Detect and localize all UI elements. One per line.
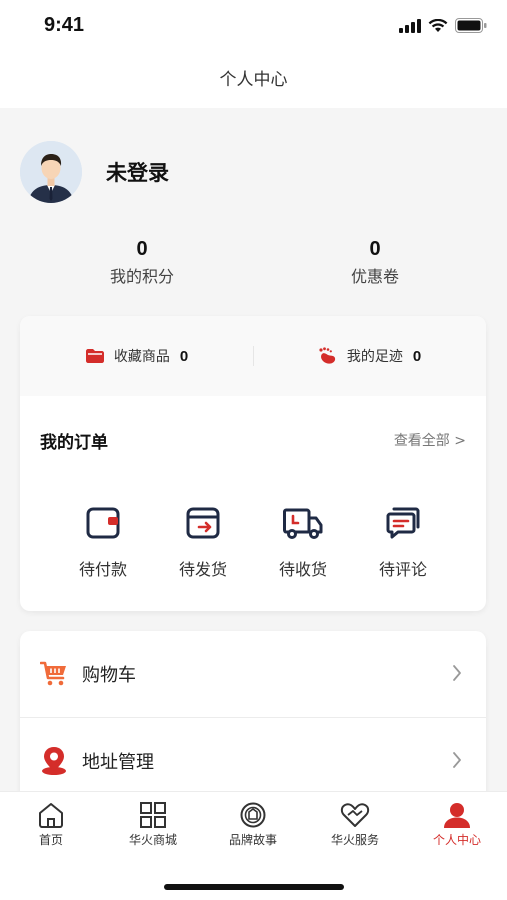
divider [253,346,254,366]
location-pin-icon [42,747,66,775]
tab-label: 个人中心 [432,833,481,847]
coupons-label: 优惠卷 [350,267,399,286]
tab-label: 首页 [38,833,63,847]
grid-icon [140,802,166,828]
order-pending-review[interactable]: 待评论 [361,506,445,580]
comment-icon [386,507,420,539]
order-pending-receipt[interactable]: 待收货 [261,506,345,580]
status-bar: 9:41 [0,0,507,56]
cellular-signal-icon [399,18,421,33]
box-out-icon [186,507,220,539]
tab-label: 品牌故事 [228,833,277,847]
order-label: 待评论 [378,560,427,579]
points-value: 0 [136,238,148,260]
menu-item-label: 地址管理 [82,752,154,773]
tab-home[interactable]: 首页 [6,802,96,848]
profile-header[interactable]: 未登录 [20,141,169,203]
tab-brand-story[interactable]: 品牌故事 [208,802,298,848]
nav-bar: 个人中心 [0,56,507,108]
favorites-count: 0 [179,347,189,365]
status-time: 9:41 [44,14,85,36]
chevron-right-icon [453,665,461,681]
wifi-icon [428,18,448,32]
orders-title: 我的订单 [40,433,108,453]
order-pending-payment[interactable]: 待付款 [61,506,145,580]
tab-service[interactable]: 华火服务 [310,802,400,848]
footprint-label: 我的足迹 [346,349,403,365]
points-label: 我的积分 [109,267,174,286]
truck-icon [283,508,323,539]
folder-icon [85,349,104,363]
wallet-icon [86,507,120,539]
points-stat[interactable]: 0 我的积分 [62,238,222,287]
tab-profile[interactable]: 个人中心 [412,802,502,848]
home-icon [39,803,63,828]
footprint-item[interactable]: 我的足迹 0 [253,346,486,366]
footprint-icon [319,347,335,364]
person-icon [444,803,470,828]
coupons-stat[interactable]: 0 优惠卷 [295,238,455,287]
order-label: 待发货 [178,560,227,579]
favorites-row: 收藏商品 0 我的足迹 0 [20,316,486,396]
tab-mall[interactable]: 华火商城 [108,802,198,848]
brand-badge-icon [240,802,266,828]
coupons-value: 0 [369,238,381,260]
orders-card: 收藏商品 0 我的足迹 0 我的订单 查看全部 > 待付款 待发货 待收货 待评… [20,316,486,611]
battery-icon [455,18,487,33]
tab-label: 华火服务 [330,833,379,847]
favorites-label: 收藏商品 [113,349,170,365]
order-pending-shipment[interactable]: 待发货 [161,506,245,580]
footprint-count: 0 [412,347,422,365]
user-name[interactable]: 未登录 [106,157,169,187]
menu-item-label: 购物车 [82,665,136,686]
avatar-person-icon [20,141,82,203]
favorites-item[interactable]: 收藏商品 0 [20,346,253,366]
page-title: 个人中心 [219,70,288,90]
status-icons [399,18,487,33]
heart-service-icon [340,803,370,827]
menu-item-cart[interactable]: 购物车 [20,631,486,717]
view-all-orders-link[interactable]: 查看全部 > [394,430,466,450]
home-indicator [164,884,344,890]
avatar[interactable] [20,141,82,203]
tab-label: 华火商城 [128,833,177,847]
cart-icon [40,661,66,686]
order-label: 待收货 [278,560,327,579]
chevron-right-icon [453,752,461,768]
order-label: 待付款 [78,560,127,579]
